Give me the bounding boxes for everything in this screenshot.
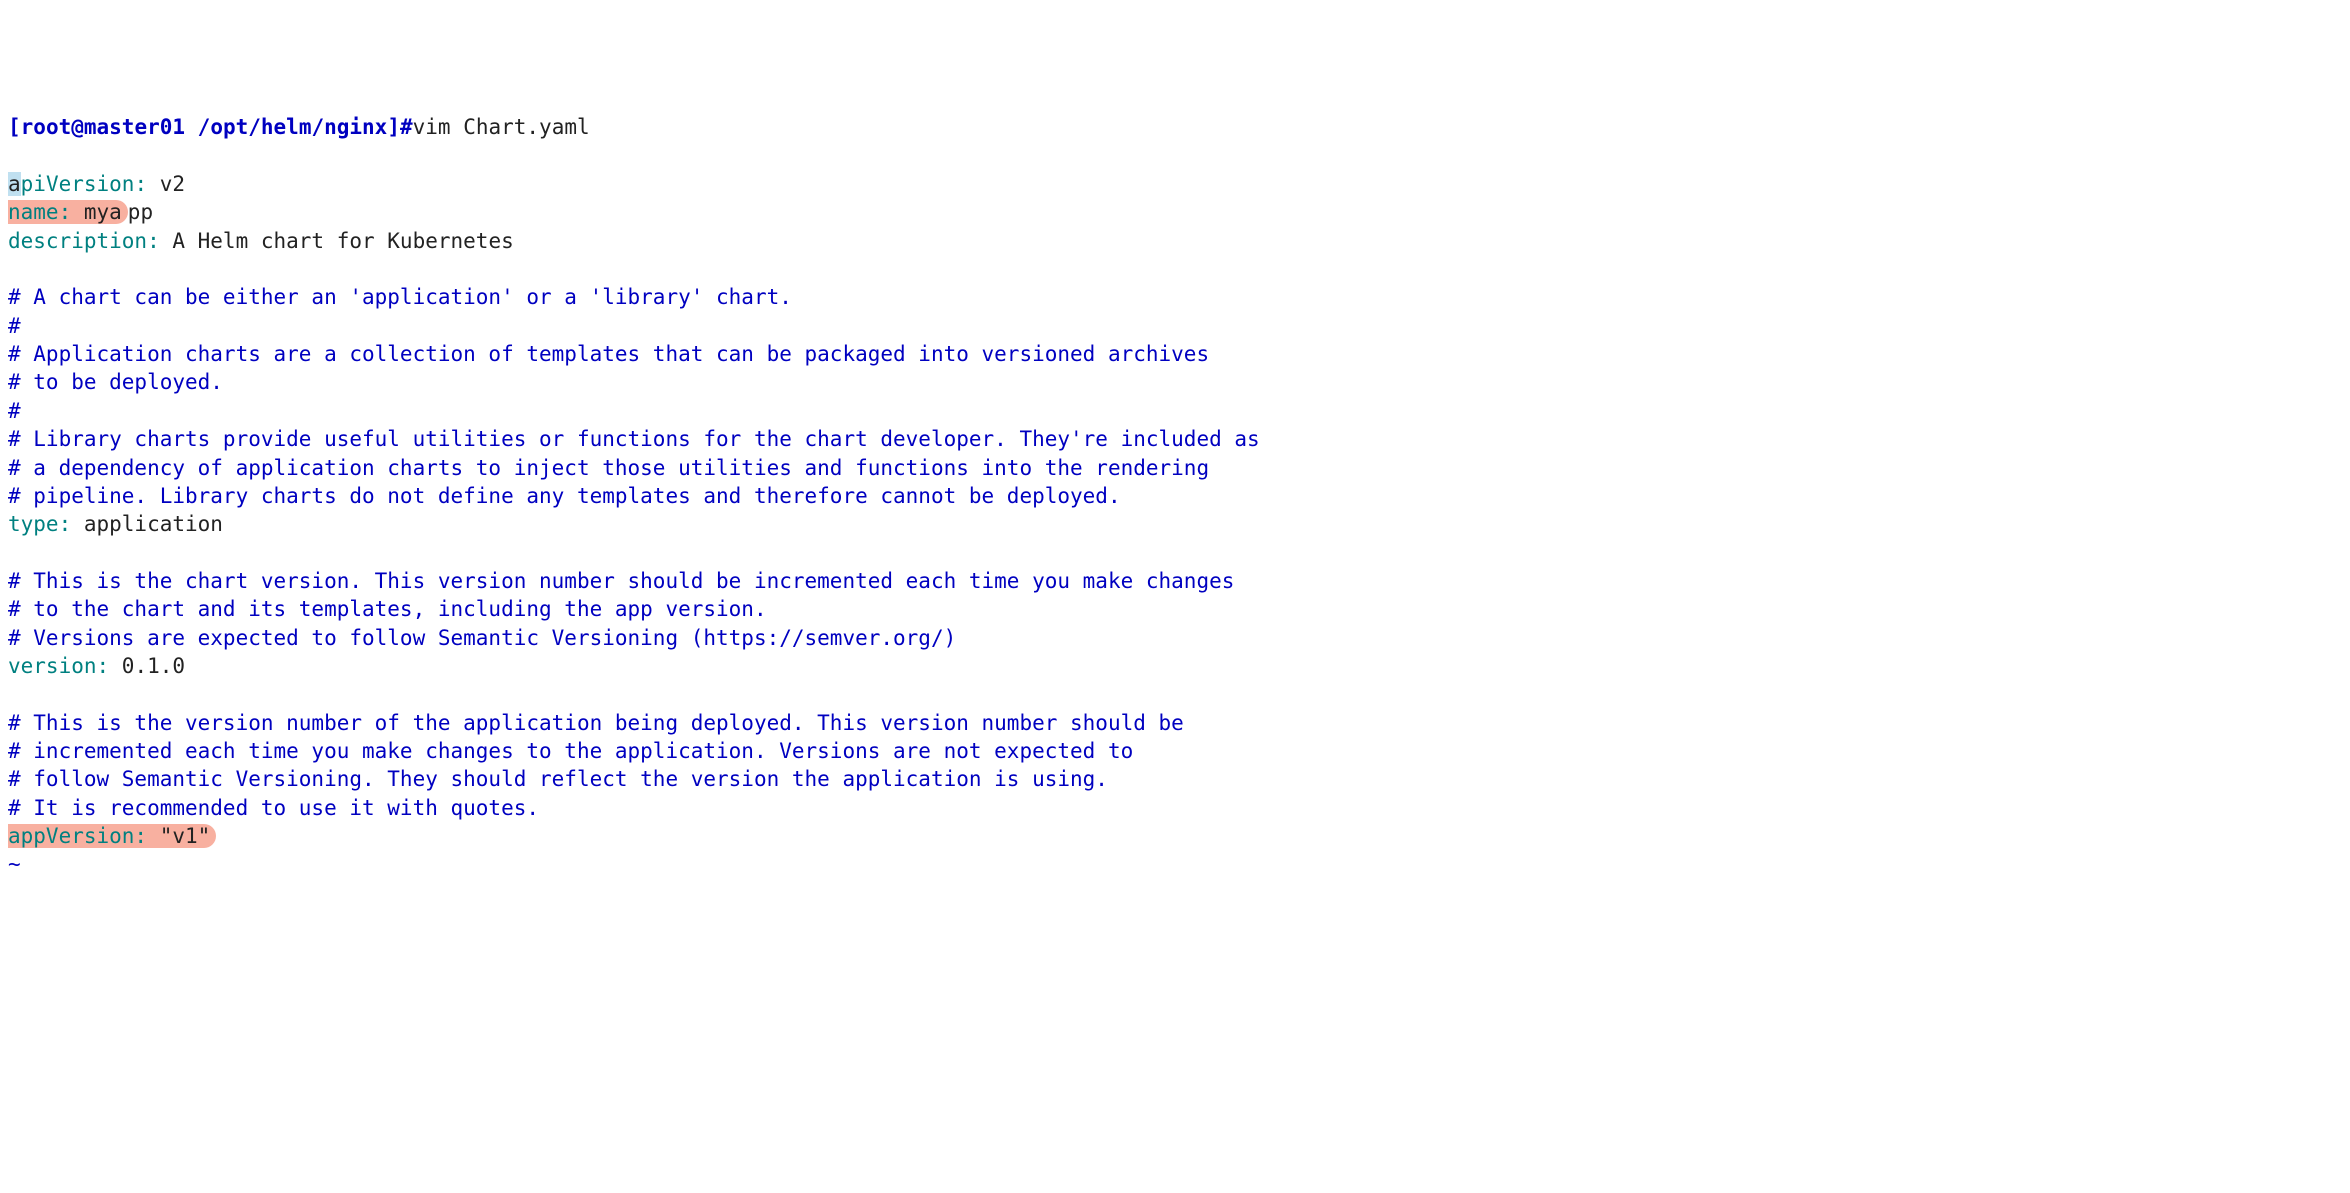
- comment-line: # This is the chart version. This versio…: [8, 569, 1234, 593]
- terminal-editor[interactable]: [root@master01 /opt/helm/nginx]#vim Char…: [0, 113, 2350, 878]
- comment-line: # This is the version number of the appl…: [8, 711, 1184, 735]
- appversion-value: "v1": [160, 824, 217, 848]
- comment-line: #: [8, 399, 21, 423]
- command-text: vim Chart.yaml: [413, 115, 590, 139]
- prompt-path: /opt/helm/nginx: [185, 115, 387, 139]
- name-key: name:: [8, 200, 71, 224]
- comment-line: # Application charts are a collection of…: [8, 342, 1209, 366]
- apiversion-key: piVersion:: [21, 172, 147, 196]
- version-key: version:: [8, 654, 109, 678]
- comment-line: # to the chart and its templates, includ…: [8, 597, 767, 621]
- appversion-key: appVersion:: [8, 824, 147, 848]
- type-key: type:: [8, 512, 71, 536]
- apiversion-value: v2: [147, 172, 185, 196]
- description-key: description:: [8, 229, 160, 253]
- appversion-space: [147, 824, 160, 848]
- comment-line: # Versions are expected to follow Semant…: [8, 626, 956, 650]
- prompt-user-host: root@master01: [21, 115, 185, 139]
- prompt-bracket-open: [: [8, 115, 21, 139]
- prompt-bracket-close: ]#: [387, 115, 412, 139]
- comment-line: # A chart can be either an 'application'…: [8, 285, 792, 309]
- description-value: A Helm chart for Kubernetes: [160, 229, 514, 253]
- vim-tilde: ~: [8, 852, 21, 876]
- cursor-position: a: [8, 172, 21, 196]
- comment-line: # a dependency of application charts to …: [8, 456, 1209, 480]
- comment-line: # Library charts provide useful utilitie…: [8, 427, 1260, 451]
- comment-line: # pipeline. Library charts do not define…: [8, 484, 1121, 508]
- comment-line: # incremented each time you make changes…: [8, 739, 1133, 763]
- comment-line: # to be deployed.: [8, 370, 223, 394]
- name-value-highlighted: mya: [71, 200, 128, 224]
- type-value: application: [71, 512, 223, 536]
- comment-line: # follow Semantic Versioning. They shoul…: [8, 767, 1108, 791]
- comment-line: #: [8, 314, 21, 338]
- comment-line: # It is recommended to use it with quote…: [8, 796, 539, 820]
- name-value-rest: pp: [128, 200, 153, 224]
- version-value: 0.1.0: [109, 654, 185, 678]
